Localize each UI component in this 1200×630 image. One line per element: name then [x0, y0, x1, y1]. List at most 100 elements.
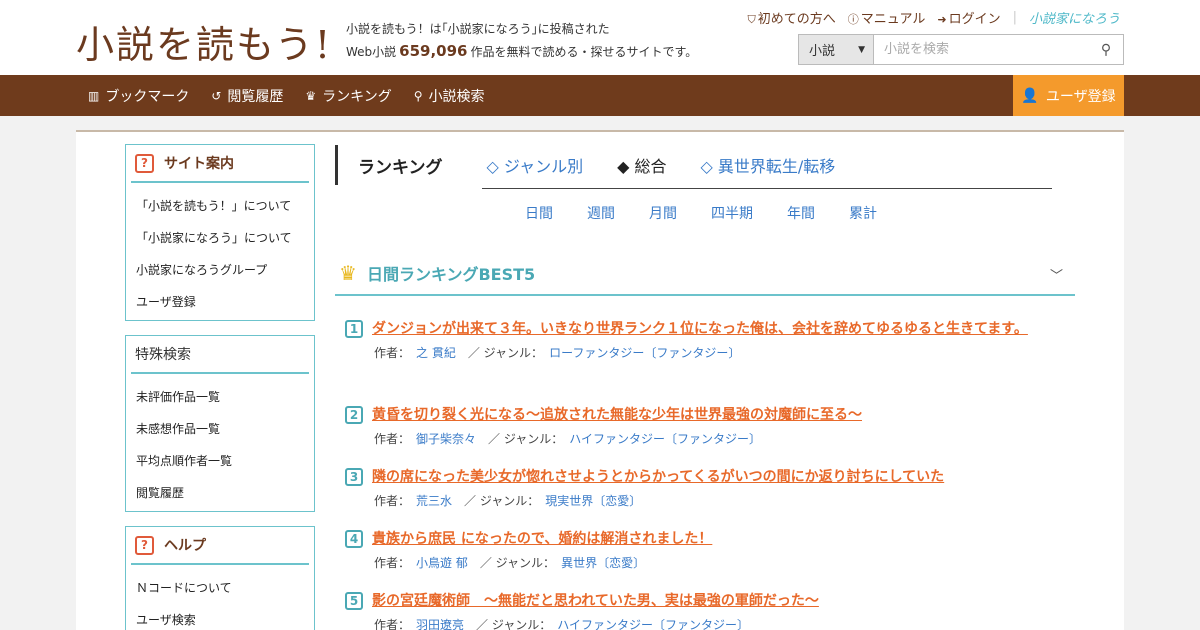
tagline-suffix: 作品を無料で読める・探せるサイトです。 [470, 45, 698, 59]
novel-title-link[interactable]: ダンジョンが出来て３年。いきなり世界ランク１位になった俺は、会社を辞めてゆるゆる… [345, 318, 1055, 340]
sidebar-special-search: 特殊検索 未評価作品一覧 未感想作品一覧 平均点順作者一覧 閲覧履歴 [125, 335, 315, 512]
tab-weekly[interactable]: 週間 [587, 203, 649, 223]
site-header: 小説を読もう! 小説を読もう！は｢小説家になろう｣に投稿された Web小説 659… [0, 0, 1200, 75]
history-icon: ↺ [211, 88, 222, 103]
manual-link[interactable]: ⓘ マニュアル [848, 8, 926, 27]
ranking-title: ランキング [358, 157, 443, 178]
sidebar-item-about-yomou[interactable]: 「小説を読もう！」について [126, 190, 314, 222]
login-icon: ➜ [937, 13, 947, 26]
question-icon: ? [135, 535, 154, 555]
genre-link[interactable]: 異世界〔恋愛〕 [561, 556, 645, 570]
search-bar: 小説▼ ⚲ [798, 34, 1124, 65]
tab-daily[interactable]: 日間 [525, 203, 587, 223]
tabs-divider [482, 188, 1052, 189]
sidebar-item-about-narou[interactable]: 「小説家になろう」について [126, 222, 314, 254]
sidebar-item-group[interactable]: 小説家になろうグループ [126, 254, 314, 286]
genre-link[interactable]: ハイファンタジー〔ファンタジー〕 [569, 432, 761, 446]
genre-link[interactable]: ハイファンタジー〔ファンタジー〕 [557, 618, 749, 630]
search-input[interactable] [874, 35, 1089, 64]
novel-meta: 作者：之 貫紀／ ジャンル： ローファンタジー〔ファンタジー〕 [374, 346, 741, 360]
novel-meta: 作者： 羽田遼亮／ ジャンル： ハイファンタジー〔ファンタジー〕 [374, 618, 750, 630]
novel-meta: 作者： 御子柴奈々／ ジャンル： ハイファンタジー〔ファンタジー〕 [374, 432, 762, 446]
site-tagline: 小説を読もう！は｢小説家になろう｣に投稿された Web小説 659,096 作品を無… [346, 18, 697, 63]
author-link[interactable]: 羽田遼亮 [416, 618, 464, 630]
sidebar-item-no-review[interactable]: 未感想作品一覧 [126, 413, 314, 445]
site-logo[interactable]: 小説を読もう! [76, 14, 332, 69]
crown-icon: ♛ [305, 88, 317, 103]
main-nav: ▥ ブックマーク ↺ 閲覧履歴 ♛ ランキング ⚲ 小説検索 👤 ユーザ登録 [0, 75, 1200, 116]
ranking-tabs: ランキング ◇ ジャンル別 ◆ 総合 ◇ 異世界転生/転移 [335, 145, 869, 185]
chevron-down-icon[interactable]: ﹀ [1050, 265, 1063, 284]
rank-number: 2 [345, 406, 363, 424]
register-button[interactable]: 👤 ユーザ登録 [1013, 75, 1124, 116]
sidebar-item-avg-authors[interactable]: 平均点順作者一覧 [126, 445, 314, 477]
rank-number: 1 [345, 320, 363, 338]
main-content: ? サイト案内 「小説を読もう！」について 「小説家になろう」について 小説家にな… [76, 130, 1124, 630]
novel-title-link[interactable]: 隣の席になった美少女が惚れさせようとからかってくるがいつの間にか返り討ちにしてい… [345, 466, 1055, 488]
novel-title-link[interactable]: 貴族から庶民 になったので、婚約は解消されました！ [345, 528, 1055, 550]
sidebar-item-user-search[interactable]: ユーザ検索 [126, 604, 314, 630]
tab-overall[interactable]: ◆ 総合 [617, 153, 666, 177]
caret-down-icon: ▼ [858, 44, 865, 55]
link-divider: | [1012, 10, 1017, 25]
tagline-prefix: Web小説 [346, 45, 397, 59]
rank-number: 3 [345, 468, 363, 486]
sidebar-item-register[interactable]: ユーザ登録 [126, 286, 314, 318]
ranking-item: 2 黄昏を切り裂く光になる〜追放された無能な少年は世界最強の対魔師に至る〜 作者… [345, 404, 1055, 447]
tab-genre[interactable]: ◇ ジャンル別 [487, 153, 584, 177]
novel-meta: 作者： 荒三水／ ジャンル： 現実世界〔恋愛〕 [374, 494, 642, 508]
best5-title: 日間ランキングBEST5 [366, 265, 536, 284]
nav-ranking[interactable]: ♛ ランキング [305, 86, 391, 106]
tagline-line2: Web小説 659,096 作品を無料で読める・探せるサイトです。 [346, 40, 697, 63]
nav-bookmark[interactable]: ▥ ブックマーク [88, 86, 189, 106]
login-link[interactable]: ➜ ログイン [937, 8, 1000, 27]
author-link[interactable]: 小鳥遊 郁 [416, 556, 468, 570]
ranking-item: 3 隣の席になった美少女が惚れさせようとからかってくるがいつの間にか返り討ちにし… [345, 466, 1055, 509]
header-links: ⛉ 初めての方へ ⓘ マニュアル ➜ ログイン | 小説家になろう [747, 8, 1120, 27]
ranking-item: 5 影の宮廷魔術師 ～無能だと思われていた男、実は最強の軍師だった～ 作者： 羽田… [345, 590, 1055, 630]
novel-title-link[interactable]: 黄昏を切り裂く光になる〜追放された無能な少年は世界最強の対魔師に至る〜 [345, 404, 1055, 426]
sidebar-item-unrated[interactable]: 未評価作品一覧 [126, 381, 314, 413]
ranking-item: 1 ダンジョンが出来て３年。いきなり世界ランク１位になった俺は、会社を辞めてゆる… [345, 318, 1055, 361]
period-tabs: 日間 週間 月間 四半期 年間 累計 [525, 203, 911, 223]
tab-monthly[interactable]: 月間 [649, 203, 711, 223]
search-type-select[interactable]: 小説 ▼ [799, 35, 874, 64]
tab-yearly[interactable]: 年間 [787, 203, 849, 223]
bookmark-icon: ▥ [88, 88, 100, 103]
search-button[interactable]: ⚲ [1089, 35, 1123, 64]
sidebar-item-ncode[interactable]: Ｎコードについて [126, 572, 314, 604]
crown-icon: ♛ [339, 261, 357, 285]
question-icon: ? [135, 153, 154, 173]
question-circle-icon: ⓘ [847, 13, 859, 26]
search-icon: ⚲ [1100, 41, 1112, 58]
beginner-link[interactable]: ⛉ 初めての方へ [747, 8, 835, 27]
tab-isekai[interactable]: ◇ 異世界転生/転移 [701, 153, 836, 177]
novel-meta: 作者： 小鳥遊 郁／ ジャンル： 異世界〔恋愛〕 [374, 556, 646, 570]
novel-title-link[interactable]: 影の宮廷魔術師 ～無能だと思われていた男、実は最強の軍師だった～ [345, 590, 1055, 612]
sidebar-heading: 特殊検索 [131, 336, 309, 374]
sidebar-heading: ? ヘルプ [131, 527, 309, 565]
daily-best5-header[interactable]: ♛ 日間ランキングBEST5 ﹀ [335, 252, 1075, 296]
sidebar-help: ? ヘルプ Ｎコードについて ユーザ検索 [125, 526, 315, 630]
genre-link[interactable]: 現実世界〔恋愛〕 [545, 494, 641, 508]
nav-history[interactable]: ↺ 閲覧履歴 [211, 86, 283, 106]
genre-link[interactable]: ローファンタジー〔ファンタジー〕 [549, 346, 740, 360]
author-link[interactable]: 荒三水 [416, 494, 452, 508]
search-icon: ⚲ [413, 88, 423, 103]
sidebar-item-history[interactable]: 閲覧履歴 [126, 477, 314, 509]
novel-count: 659,096 [399, 42, 468, 60]
author-link[interactable]: 御子柴奈々 [416, 432, 476, 446]
nav-search[interactable]: ⚲ 小説検索 [414, 86, 485, 106]
sidebar-heading: ? サイト案内 [131, 145, 309, 183]
ranking-item: 4 貴族から庶民 になったので、婚約は解消されました！ 作者： 小鳥遊 郁／ ジャ… [345, 528, 1055, 571]
sidebar-site-guide: ? サイト案内 「小説を読もう！」について 「小説家になろう」について 小説家にな… [125, 144, 315, 321]
partner-logo[interactable]: 小説家になろう [1029, 8, 1120, 27]
author-link[interactable]: 之 貫紀 [416, 346, 456, 360]
user-icon: 👤 [1021, 87, 1039, 104]
tab-quarterly[interactable]: 四半期 [711, 203, 787, 223]
tagline-line1: 小説を読もう！は｢小説家になろう｣に投稿された [346, 22, 610, 36]
rank-number: 5 [345, 592, 363, 610]
tab-total[interactable]: 累計 [849, 203, 911, 223]
shield-icon: ⛉ [747, 13, 756, 26]
rank-number: 4 [345, 530, 363, 548]
